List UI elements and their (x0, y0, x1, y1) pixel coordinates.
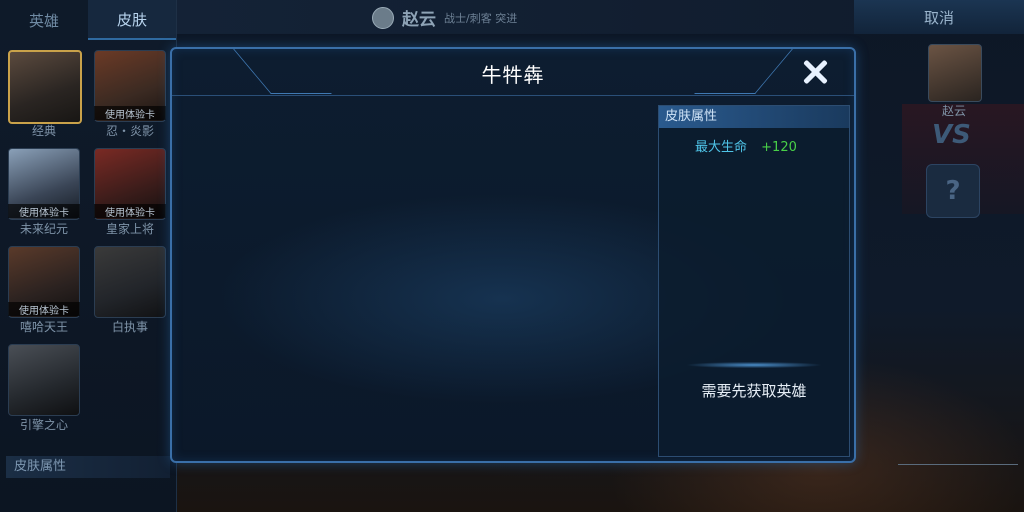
skin-name: 忍・炎影 (105, 124, 154, 138)
requirement-note: 需要先获取英雄 (701, 382, 807, 400)
skin-preview-dialog: 牛牪犇 皮肤属性 最大生命 +120 需要先获取英雄 (170, 47, 856, 463)
match-preview: 赵云 VS ? (862, 34, 1024, 512)
unknown-opponent-icon: ? (926, 164, 980, 218)
skin-attributes-panel: 皮肤属性 最大生命 +120 需要先获取英雄 (658, 105, 850, 457)
skin-list-panel: 英雄 皮肤 经典 使用体验卡 忍・炎影 使用体验卡 未来纪元 使用体验卡 皇家上… (0, 0, 177, 512)
skin-name: 皇家上将 (105, 222, 154, 236)
skin-card[interactable]: 使用体验卡 未来纪元 (6, 148, 86, 236)
skin-card[interactable]: 引擎之心 (6, 344, 86, 432)
skin-name: 嘻哈天王 (19, 320, 68, 334)
skin-attributes-tab[interactable]: 皮肤属性 (6, 456, 170, 478)
skin-card-classic[interactable]: 经典 (6, 50, 86, 138)
stat-name: 最大生命 (695, 140, 748, 155)
hero-roles: 战士/刺客 突进 (444, 11, 518, 25)
attributes-header: 皮肤属性 (659, 106, 849, 128)
stat-row: 最大生命 +120 (695, 136, 797, 155)
skin-card[interactable]: 使用体验卡 忍・炎影 (92, 50, 172, 138)
tab-skins[interactable]: 皮肤 (88, 0, 176, 40)
skin-card[interactable]: 使用体验卡 皇家上将 (92, 148, 172, 236)
skin-grid: 经典 使用体验卡 忍・炎影 使用体验卡 未来纪元 使用体验卡 皇家上将 使用体验… (6, 50, 170, 432)
avatar (928, 44, 982, 102)
avatar-name: 赵云 (941, 104, 966, 118)
hero-name: 赵云 (402, 10, 436, 30)
skin-thumbnail (94, 246, 166, 318)
trial-card-badge: 使用体验卡 (8, 302, 80, 317)
skin-thumbnail (8, 50, 82, 124)
trial-card-badge: 使用体验卡 (94, 106, 166, 121)
dialog-header: 牛牪犇 (172, 49, 854, 96)
hero-title: 赵云 战士/刺客 突进 (372, 5, 517, 30)
divider (898, 464, 1018, 465)
close-icon[interactable] (800, 57, 830, 87)
skin-name: 经典 (31, 124, 56, 138)
skin-name: 未来纪元 (19, 222, 68, 236)
hero-class-icon (372, 6, 394, 29)
vs-label: VS (932, 120, 971, 150)
dialog-title: 牛牪犇 (481, 63, 545, 87)
skin-card[interactable]: 使用体验卡 嘻哈天王 (6, 246, 86, 334)
skin-name: 白执事 (111, 320, 148, 334)
trial-card-badge: 使用体验卡 (8, 204, 80, 219)
skin-card[interactable]: 白执事 (92, 246, 172, 334)
cancel-button[interactable]: 取消 (854, 0, 1024, 34)
tab-bar: 英雄 皮肤 (0, 0, 176, 40)
stat-value: +120 (761, 140, 797, 155)
glow-divider (669, 362, 839, 368)
skin-name: 引擎之心 (19, 418, 68, 432)
trial-card-badge: 使用体验卡 (94, 204, 166, 219)
skin-thumbnail (8, 344, 80, 416)
tab-heroes[interactable]: 英雄 (0, 0, 88, 40)
